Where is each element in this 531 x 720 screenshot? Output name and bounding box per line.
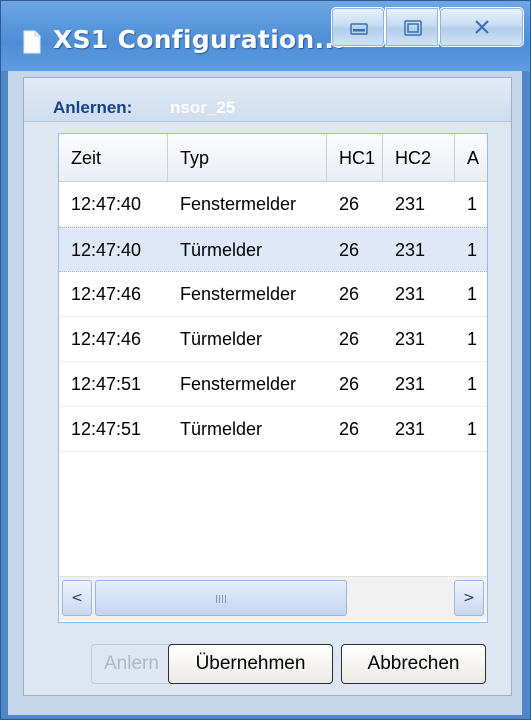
grip-icon <box>216 595 228 603</box>
cell-zeit: 12:47:40 <box>71 194 142 214</box>
cell-hc2: 231 <box>395 194 426 214</box>
minimize-icon <box>350 23 368 35</box>
maximize-button[interactable] <box>385 7 439 47</box>
chevron-right-icon: > <box>463 590 475 606</box>
cell-hc2: 231 <box>395 240 426 260</box>
apply-button[interactable]: Übernehmen <box>168 644 333 684</box>
close-button[interactable] <box>439 7 524 47</box>
maximize-icon <box>404 20 422 36</box>
cell-hc1: 26 <box>339 419 360 439</box>
cell-extra: 1 <box>467 194 478 214</box>
table-row-selected[interactable]: 12:47:40 Türmelder 26 231 1 <box>59 227 487 272</box>
table-row[interactable]: 12:47:40 Fenstermelder 26 231 1 <box>59 182 487 227</box>
column-header-hc1[interactable]: HC1 <box>327 134 383 182</box>
table-row[interactable]: 12:47:51 Türmelder 26 231 1 <box>59 407 487 452</box>
cell-extra: 1 <box>467 240 478 260</box>
cell-hc1: 26 <box>339 240 360 260</box>
grid-header: Zeit Typ HC1 HC2 A <box>59 134 487 182</box>
horizontal-scrollbar[interactable]: < > <box>59 576 487 620</box>
cell-hc2: 231 <box>395 329 426 349</box>
title-bar[interactable]: XS1 Configuration... <box>1 1 530 71</box>
column-header-typ[interactable]: Typ <box>168 134 327 182</box>
cell-typ: Fenstermelder <box>180 374 297 394</box>
cell-zeit: 12:47:40 <box>71 240 142 260</box>
table-row[interactable]: 12:47:51 Fenstermelder 26 231 1 <box>59 362 487 407</box>
table-row[interactable]: 12:47:46 Fenstermelder 26 231 1 <box>59 272 487 317</box>
cell-hc1: 26 <box>339 329 360 349</box>
scroll-left-button[interactable]: < <box>62 580 92 616</box>
device-grid[interactable]: Zeit Typ HC1 HC2 A 12:47:40 Fenstermelde… <box>58 133 488 623</box>
group-header: Anlernen: nsor_25 <box>24 78 511 122</box>
cell-hc1: 26 <box>339 194 360 214</box>
cell-extra: 1 <box>467 329 478 349</box>
cell-zeit: 12:47:51 <box>71 419 142 439</box>
document-icon <box>23 30 41 54</box>
cell-extra: 1 <box>467 374 478 394</box>
cell-hc1: 26 <box>339 284 360 304</box>
cell-hc1: 26 <box>339 374 360 394</box>
column-header-zeit[interactable]: Zeit <box>59 134 168 182</box>
cell-typ: Türmelder <box>180 240 263 260</box>
column-header-hc2[interactable]: HC2 <box>383 134 455 182</box>
cell-extra: 1 <box>467 419 478 439</box>
cell-hc2: 231 <box>395 419 426 439</box>
cell-hc2: 231 <box>395 284 426 304</box>
cancel-button[interactable]: Abbrechen <box>341 644 486 684</box>
cell-typ: Türmelder <box>180 329 263 349</box>
cell-hc2: 231 <box>395 374 426 394</box>
table-row[interactable]: 12:47:46 Türmelder 26 231 1 <box>59 317 487 362</box>
cell-extra: 1 <box>467 284 478 304</box>
minimize-button[interactable] <box>331 7 385 47</box>
cell-typ: Fenstermelder <box>180 284 297 304</box>
group-title-ghost: nsor_25 <box>170 98 236 117</box>
scroll-right-button[interactable]: > <box>454 580 484 616</box>
chevron-left-icon: < <box>71 590 83 606</box>
cell-zeit: 12:47:46 <box>71 329 142 349</box>
cell-zeit: 12:47:51 <box>71 374 142 394</box>
cell-typ: Fenstermelder <box>180 194 297 214</box>
window-title: XS1 Configuration... <box>53 25 345 54</box>
group-title: Anlernen: <box>53 98 133 117</box>
grid-body: 12:47:40 Fenstermelder 26 231 1 12:47:40… <box>59 182 487 520</box>
window: XS1 Configuration... Anlernen: nsor_25 Z… <box>0 0 531 720</box>
cell-zeit: 12:47:46 <box>71 284 142 304</box>
scrollbar-thumb[interactable] <box>95 580 347 616</box>
column-header-extra[interactable]: A <box>455 134 487 182</box>
cell-typ: Türmelder <box>180 419 263 439</box>
close-icon <box>475 20 489 34</box>
